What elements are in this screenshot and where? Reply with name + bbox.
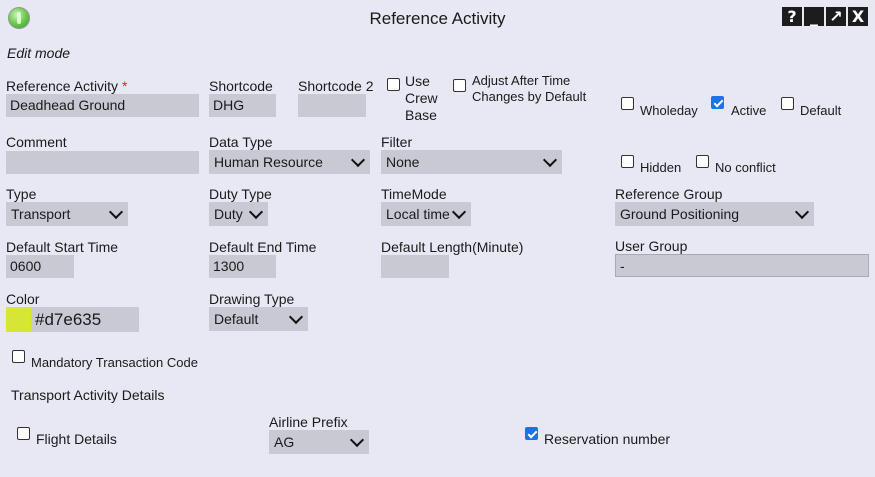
active-label: Active [731,103,767,118]
chevron-down-icon [542,152,558,168]
color-label: Color [6,291,40,307]
data-type-value: Human Resource [214,154,323,170]
reference-group-label: Reference Group [615,186,723,202]
default-start-time-input[interactable]: 0600 [6,255,74,278]
drawing-type-select[interactable]: Default [209,307,308,331]
user-group-input[interactable]: - [615,254,869,277]
maximize-button[interactable]: ↗ [826,7,846,26]
use-crew-base-line3: Base [405,107,437,123]
use-crew-base-line2: Crew [405,90,438,106]
reference-group-select[interactable]: Ground Positioning [615,202,814,226]
comment-input[interactable] [6,151,199,174]
reference-activity-label: Reference Activity * [6,78,127,94]
reference-activity-input[interactable]: Deadhead Ground [6,94,199,117]
adjust-line2: Changes by Default [472,89,587,104]
default-length-input[interactable] [381,255,449,278]
type-select[interactable]: Transport [6,202,128,226]
default-start-time-label: Default Start Time [6,239,119,255]
shortcode-input[interactable]: DHG [209,94,276,117]
minimize-button[interactable]: _ [804,7,824,26]
chevron-down-icon [350,152,366,168]
use-crew-base-checkbox[interactable] [387,78,400,91]
data-type-select[interactable]: Human Resource [209,150,370,174]
shortcode-label: Shortcode [209,78,273,94]
adjust-line1: Adjust After Time [472,73,571,88]
help-button[interactable]: ? [782,7,802,26]
drawing-type-label: Drawing Type [209,291,295,307]
hidden-label: Hidden [640,160,682,175]
reference-group-value: Ground Positioning [620,206,740,222]
transport-section-title: Transport Activity Details [11,387,165,403]
default-checkbox[interactable] [781,97,794,110]
chevron-down-icon [288,309,304,325]
hidden-checkbox[interactable] [621,155,634,168]
required-mark: * [121,78,128,94]
mandatory-transaction-code-checkbox[interactable] [12,350,25,363]
flight-details-checkbox[interactable] [17,427,30,440]
chevron-down-icon [794,204,810,220]
default-label: Default [800,103,842,118]
reservation-number-label: Reservation number [544,431,671,447]
default-end-time-label: Default End Time [209,239,317,255]
use-crew-base-line1: Use [405,73,430,89]
chevron-down-icon [451,204,467,220]
color-swatch[interactable] [6,307,31,332]
active-checkbox[interactable] [711,96,724,109]
adjust-after-time-checkbox[interactable] [453,79,466,92]
filter-value: None [386,154,420,170]
type-value: Transport [11,206,71,222]
drawing-type-value: Default [214,311,259,327]
color-input[interactable]: #d7e635 [31,307,139,332]
close-button[interactable]: X [848,7,868,26]
chevron-down-icon [108,204,124,220]
duty-type-select[interactable]: Duty [209,202,268,226]
adjust-after-time-label: Adjust After Time Changes by Default [472,73,586,105]
airline-prefix-label: Airline Prefix [269,414,348,430]
airline-prefix-value: AG [274,434,295,450]
edit-mode-label: Edit mode [7,45,71,61]
chevron-down-icon [349,432,365,448]
mandatory-transaction-code-label: Mandatory Transaction Code [31,355,198,370]
airline-prefix-select[interactable]: AG [269,430,369,454]
no-conflict-checkbox[interactable] [696,155,709,168]
type-label: Type [6,186,37,202]
use-crew-base-label: Use Crew Base [405,73,438,124]
default-length-label: Default Length(Minute) [381,239,524,255]
reservation-number-checkbox[interactable] [525,427,538,440]
window-title: Reference Activity [369,9,506,28]
chevron-down-icon [248,204,264,220]
no-conflict-label: No conflict [715,160,776,175]
flight-details-label: Flight Details [36,431,117,447]
default-end-time-input[interactable]: 1300 [209,255,276,278]
shortcode2-label: Shortcode 2 [298,78,374,94]
wholeday-label: Wholeday [640,103,698,118]
time-mode-label: TimeMode [381,186,447,202]
data-type-label: Data Type [209,134,273,150]
user-group-label: User Group [615,238,688,254]
wholeday-checkbox[interactable] [621,97,634,110]
filter-select[interactable]: None [381,150,562,174]
duty-type-label: Duty Type [209,186,272,202]
comment-label: Comment [6,134,67,150]
duty-type-value: Duty [214,206,243,222]
filter-label: Filter [381,134,413,150]
time-mode-select[interactable]: Local time [381,202,471,226]
time-mode-value: Local time [386,206,450,222]
reference-activity-label-text: Reference Activity [6,78,119,94]
shortcode2-input[interactable] [298,94,366,117]
